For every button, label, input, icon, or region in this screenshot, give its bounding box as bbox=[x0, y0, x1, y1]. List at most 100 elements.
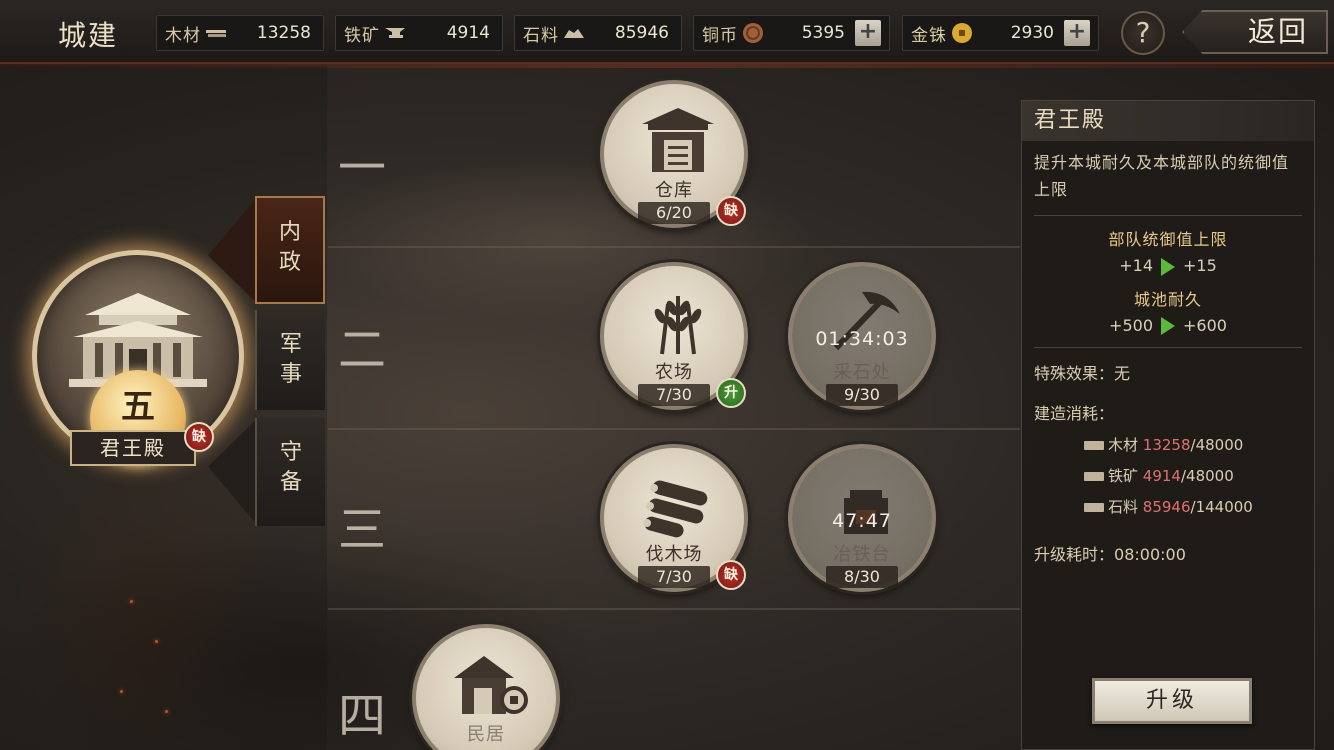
cost-have: 4914 bbox=[1142, 467, 1181, 485]
upgrade-time-label: 升级耗时： bbox=[1034, 545, 1115, 564]
resource-stone: 石料 85946 bbox=[514, 15, 682, 51]
wheat-icon bbox=[654, 296, 702, 355]
divider bbox=[1034, 347, 1302, 348]
resource-label: 金铢 bbox=[911, 25, 947, 46]
building-name: 冶铁台 bbox=[833, 544, 891, 565]
resource-label: 铁矿 bbox=[344, 25, 380, 46]
upgrade-time-value: 08:00:00 bbox=[1114, 545, 1186, 564]
building-level: 9/30 bbox=[826, 384, 898, 406]
add-gold-button[interactable]: + bbox=[1064, 20, 1090, 46]
building-name: 民居 bbox=[467, 724, 505, 745]
cost-need: /144000 bbox=[1190, 498, 1253, 516]
upgrade-available-badge: 升 bbox=[716, 378, 746, 408]
resource-label: 木材 bbox=[165, 25, 201, 46]
page-title: 城建 bbox=[58, 19, 119, 52]
upgrade-button[interactable]: 升级 bbox=[1092, 678, 1252, 724]
stat-label: 部队统御值上限 bbox=[1108, 230, 1228, 249]
special-effect-value: 无 bbox=[1114, 364, 1131, 383]
help-button[interactable]: ? bbox=[1121, 11, 1165, 55]
building-detail-panel: 君王殿 提升本城耐久及本城部队的统御值上限 部队统御值上限 +14 +15 城池耐… bbox=[1021, 100, 1315, 750]
top-bar: 城建 木材 13258 铁矿 4914 石料 85946 铜币 5395 + 金… bbox=[0, 0, 1334, 68]
lack-resource-badge: 缺 bbox=[716, 560, 746, 590]
build-cost-label: 建造消耗： bbox=[1034, 404, 1115, 423]
wood-icon bbox=[206, 30, 226, 37]
stat-values: +500 +600 bbox=[1022, 315, 1314, 335]
building-smelter[interactable]: 47:47 冶铁台 8/30 bbox=[788, 444, 936, 592]
gold-coin-icon bbox=[952, 23, 972, 43]
resource-value: 2930 bbox=[1010, 23, 1054, 43]
cost-row: 石料 85946/144000 bbox=[1022, 496, 1314, 517]
building-level: 7/30 bbox=[638, 566, 710, 588]
house-icon bbox=[454, 656, 528, 714]
building-name: 采石处 bbox=[833, 362, 891, 383]
special-effect-row: 特殊效果：无 bbox=[1022, 360, 1314, 384]
resource-value: 85946 bbox=[614, 23, 669, 43]
arrow-right-icon bbox=[1161, 317, 1175, 335]
resource-iron: 铁矿 4914 bbox=[335, 15, 503, 51]
stat-to: +600 bbox=[1183, 315, 1227, 335]
wood-icon bbox=[1084, 441, 1104, 450]
tier-divider bbox=[328, 428, 1020, 430]
lack-resource-badge: 缺 bbox=[716, 196, 746, 226]
divider bbox=[1034, 215, 1302, 216]
construction-timer: 01:34:03 bbox=[815, 328, 909, 350]
tab-label: 事 bbox=[279, 362, 302, 387]
resource-label: 铜币 bbox=[702, 25, 738, 46]
cost-name: 铁矿 bbox=[1108, 467, 1139, 485]
copper-coin-icon bbox=[743, 23, 763, 43]
upgrade-time-row: 升级耗时：08:00:00 bbox=[1022, 541, 1314, 565]
resource-value: 13258 bbox=[256, 23, 311, 43]
resource-label: 石料 bbox=[523, 25, 559, 46]
cost-have: 13258 bbox=[1142, 436, 1191, 454]
panel-title: 君王殿 bbox=[1022, 101, 1314, 141]
special-effect-label: 特殊效果： bbox=[1034, 364, 1115, 383]
building-description: 提升本城耐久及本城部队的统御值上限 bbox=[1034, 153, 1290, 199]
building-level: 7/30 bbox=[638, 384, 710, 406]
resource-value: 4914 bbox=[446, 23, 490, 43]
warehouse-icon bbox=[642, 108, 714, 172]
cost-need: /48000 bbox=[1190, 436, 1244, 454]
stat-from: +500 bbox=[1109, 315, 1153, 335]
cost-need: /48000 bbox=[1180, 467, 1234, 485]
tier-divider bbox=[328, 608, 1020, 610]
resource-copper: 铜币 5395 + bbox=[693, 15, 890, 51]
arrow-right-icon bbox=[1161, 257, 1175, 276]
add-copper-button[interactable]: + bbox=[855, 20, 881, 46]
resource-wood: 木材 13258 bbox=[156, 15, 324, 51]
tier-divider bbox=[328, 246, 1020, 248]
tab-label: 备 bbox=[279, 470, 302, 495]
resource-gold: 金铢 2930 + bbox=[902, 15, 1099, 51]
stone-icon bbox=[1084, 503, 1104, 512]
stat-values: +14 +15 bbox=[1022, 256, 1314, 276]
stone-icon bbox=[564, 29, 584, 38]
cost-name: 木材 bbox=[1108, 436, 1139, 454]
tab-label: 内 bbox=[278, 220, 301, 245]
construction-timer: 47:47 bbox=[832, 510, 892, 532]
anvil-icon bbox=[385, 28, 405, 38]
tab-internal-affairs[interactable]: 内 政 bbox=[255, 196, 325, 304]
building-quarry[interactable]: 01:34:03 采石处 9/30 bbox=[788, 262, 936, 410]
tab-defense[interactable]: 守 备 bbox=[255, 418, 325, 526]
tab-label: 军 bbox=[279, 332, 302, 357]
main-building-name: 君王殿 bbox=[70, 430, 196, 466]
cost-name: 石料 bbox=[1108, 498, 1139, 516]
stat-to: +15 bbox=[1183, 256, 1217, 275]
resource-value: 5395 bbox=[801, 23, 845, 43]
tab-label: 守 bbox=[279, 440, 302, 465]
cost-row: 木材 13258/48000 bbox=[1022, 434, 1314, 455]
anvil-icon bbox=[1084, 472, 1104, 481]
building-level: 8/30 bbox=[826, 566, 898, 588]
stat-label: 城池耐久 bbox=[1133, 289, 1202, 309]
logs-icon bbox=[643, 480, 708, 538]
back-button[interactable]: 返回 bbox=[1182, 10, 1328, 54]
building-level: 6/20 bbox=[638, 202, 710, 224]
tab-label: 政 bbox=[278, 250, 301, 275]
tab-military[interactable]: 军 事 bbox=[255, 310, 325, 410]
cost-row: 铁矿 4914/48000 bbox=[1022, 465, 1314, 486]
tier-number: 四 bbox=[338, 688, 387, 744]
cost-have: 85946 bbox=[1142, 498, 1191, 516]
lack-resource-badge: 缺 bbox=[184, 422, 214, 452]
tier-number: 一 bbox=[338, 140, 387, 196]
tier-number: 三 bbox=[338, 502, 387, 558]
stat-from: +14 bbox=[1119, 256, 1153, 275]
